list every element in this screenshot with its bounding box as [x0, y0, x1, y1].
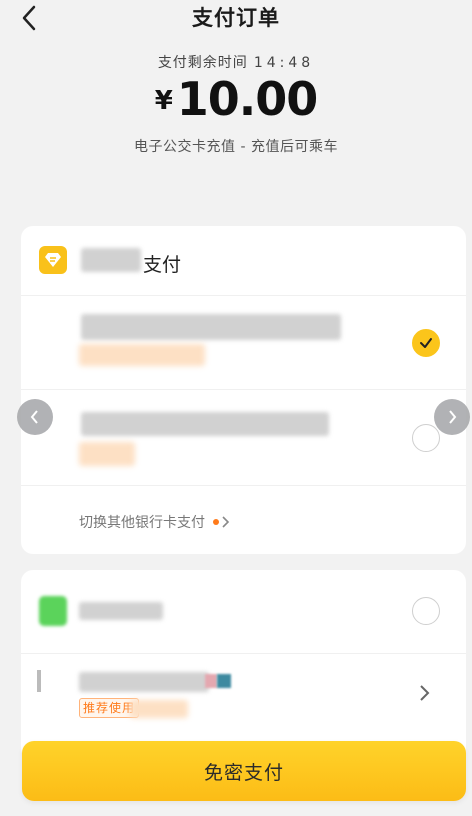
payment-timer: 支付剩余时间 14:48 [0, 52, 472, 72]
notification-dot [213, 519, 219, 525]
more-methods-button[interactable] [418, 684, 430, 706]
blurred-card-tag [79, 442, 135, 466]
pay-button[interactable]: 免密支付 [22, 741, 466, 801]
card-option-1[interactable] [21, 296, 466, 390]
page-title: 支付订单 [192, 6, 280, 30]
card-option-1-radio[interactable] [412, 329, 440, 357]
timer-value: 14:48 [253, 55, 315, 71]
blurred-promo-text [130, 700, 188, 718]
chevron-right-icon [449, 410, 457, 424]
card-payment-label: 支付 [143, 254, 182, 276]
blurred-card-name [81, 314, 341, 340]
carousel-next-button[interactable] [434, 399, 470, 435]
chevron-left-icon [30, 410, 38, 424]
wallet-app-icon [39, 596, 67, 626]
card-payment-panel: 支付 切换其他银行卡支付 [21, 226, 466, 554]
amount-value: 10.00 [176, 72, 319, 126]
switch-bank-card-label: 切换其他银行卡支付 [79, 515, 205, 531]
blurred-method-name [79, 672, 209, 692]
chevron-right-icon [222, 516, 230, 528]
check-icon [420, 338, 432, 348]
blurred-badge [217, 674, 231, 688]
card-option-2-radio[interactable] [412, 424, 440, 452]
other-payment-panel [21, 570, 466, 760]
order-amount: ¥10.00 [0, 72, 472, 126]
switch-bank-card-link[interactable]: 切换其他银行卡支付 [79, 512, 231, 532]
blurred-brand-name [81, 248, 141, 272]
blurred-card-name [81, 412, 329, 436]
order-description: 电子公交卡充值 - 充值后可乘车 [134, 139, 338, 155]
card-option-2[interactable] [21, 390, 466, 486]
payment-logo-icon [39, 246, 67, 274]
chevron-right-icon [420, 685, 430, 701]
carousel-prev-button[interactable] [17, 399, 53, 435]
currency-symbol: ¥ [154, 86, 173, 116]
blurred-badge [205, 674, 217, 688]
other-option-1-radio[interactable] [412, 597, 440, 625]
other-option-1[interactable] [21, 570, 466, 654]
blurred-method-name [79, 602, 163, 620]
header: 支付订单 [0, 0, 472, 40]
blurred-card-tag [79, 344, 205, 366]
bank-logo-icon [37, 670, 41, 692]
timer-label: 支付剩余时间 [157, 55, 248, 71]
card-payment-header: 支付 [21, 226, 466, 296]
